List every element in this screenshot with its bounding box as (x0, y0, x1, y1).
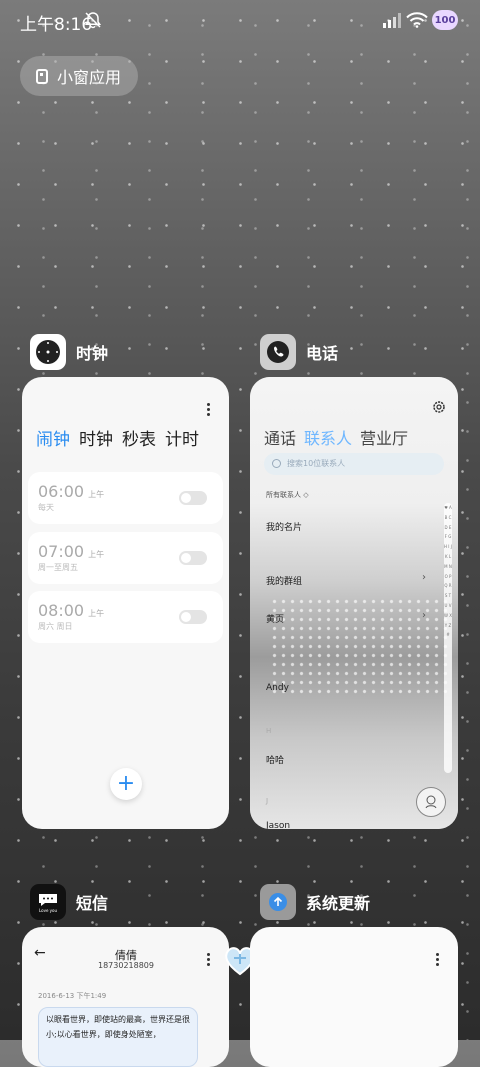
contact-row-yellow-pages[interactable]: 黄页 (266, 612, 284, 625)
alarm-item[interactable]: 08:00 上午 周六 周日 (28, 591, 223, 643)
character-icon (425, 795, 437, 809)
add-contact-button[interactable] (416, 787, 446, 817)
alarm-toggle[interactable] (179, 551, 207, 565)
love-you-text: Love you (38, 907, 58, 913)
tab-service-hall[interactable]: 营业厅 (360, 425, 408, 449)
small-window-label: 小窗应用 (57, 68, 122, 87)
alarm-item[interactable]: 07:00 上午 周一至周五 (28, 532, 223, 584)
sms-date: 2016-6-13 下午1:49 (38, 992, 107, 1000)
wifi-icon (406, 12, 428, 28)
tab-alarm[interactable]: 闹钟 (36, 425, 70, 450)
more-options-icon[interactable] (207, 953, 211, 968)
phone-tabs: 通话 联系人 营业厅 (264, 425, 416, 449)
more-options-icon[interactable] (436, 953, 440, 968)
alarm-repeat: 每天 (38, 503, 54, 512)
contacts-search-input[interactable]: 搜索10位联系人 (264, 453, 444, 475)
sms-message-bubble[interactable]: 以眼看世界，即使站的最高，世界还是很小;以心看世界，即使身处陋室， (38, 1007, 198, 1067)
contact-row[interactable]: 哈哈 (266, 753, 284, 766)
alarm-repeat: 周六 周日 (38, 622, 73, 631)
message-bubble-icon (39, 893, 57, 906)
contact-group-label: 所有联系人 (266, 491, 301, 499)
section-letter: J (266, 797, 269, 805)
search-placeholder: 搜索10位联系人 (287, 459, 346, 468)
sms-app-header[interactable]: Love you 短信 (30, 884, 108, 920)
alarm-time: 07:00 (38, 542, 85, 561)
alarm-ampm: 上午 (88, 609, 105, 618)
sms-app-icon: Love you (30, 884, 66, 920)
search-icon (272, 459, 281, 468)
clock-app-icon (30, 334, 66, 370)
contact-row[interactable]: Andy (266, 683, 289, 693)
small-window-icon (36, 68, 48, 84)
sms-app-card[interactable]: ← 倩倩 18730218809 2016-6-13 下午1:49 以眼看世界，… (22, 927, 229, 1067)
status-bar: 上午8:16 100 (0, 0, 480, 44)
alarm-item[interactable]: 06:00 上午 每天 (28, 472, 223, 524)
upload-arrow-icon (269, 893, 287, 911)
tab-clock[interactable]: 时钟 (79, 425, 113, 450)
clock-app-card[interactable]: 闹钟 时钟 秒表 计时 06:00 上午 每天 07:00 上午 周一至周五 08:… (22, 377, 229, 829)
update-app-icon (260, 884, 296, 920)
tab-calls[interactable]: 通话 (264, 425, 296, 449)
update-app-card[interactable] (250, 927, 458, 1067)
settings-gear-icon[interactable] (432, 400, 446, 414)
clock-tabs: 闹钟 时钟 秒表 计时 (36, 425, 208, 450)
clock-app-name: 时钟 (76, 344, 109, 363)
alarm-toggle[interactable] (179, 491, 207, 505)
clock-app-header[interactable]: 时钟 (30, 334, 108, 370)
phone-app-name: 电话 (306, 344, 339, 363)
update-app-name: 系统更新 (306, 894, 371, 913)
more-options-icon[interactable] (207, 403, 211, 418)
battery-icon: 100 (432, 10, 458, 30)
contact-row[interactable]: Jason (266, 821, 290, 829)
phone-app-card[interactable]: 通话 联系人 营业厅 搜索10位联系人 所有联系人 ◇ 我的名片 我的群组 › … (250, 377, 458, 829)
sms-contact-number: 18730218809 (98, 961, 154, 970)
alarm-time: 08:00 (38, 601, 85, 620)
update-app-header[interactable]: 系统更新 (260, 884, 370, 920)
phone-app-header[interactable]: 电话 (260, 334, 338, 370)
alarm-toggle[interactable] (179, 610, 207, 624)
alarm-ampm: 上午 (88, 490, 105, 499)
chevron-right-icon: › (422, 572, 426, 583)
phone-handset-icon (267, 341, 289, 363)
alphabet-index-scrollbar[interactable]: ♥ A B C D E F G H I J K L M N O P Q R S … (444, 503, 452, 773)
bell-muted-icon (84, 12, 102, 29)
add-alarm-button[interactable]: + (110, 768, 142, 800)
battery-level: 100 (434, 14, 456, 26)
alarm-time: 06:00 (38, 482, 85, 501)
phone-app-icon (260, 334, 296, 370)
small-window-apps-button[interactable]: 小窗应用 (20, 56, 138, 96)
alarm-ampm: 上午 (88, 550, 105, 559)
status-time: 上午8:16 (20, 15, 93, 35)
sms-app-name: 短信 (76, 894, 109, 913)
tab-contacts[interactable]: 联系人 (304, 425, 352, 449)
contact-group-selector[interactable]: 所有联系人 ◇ (266, 490, 309, 500)
section-letter: H (266, 727, 272, 735)
contact-row-my-card[interactable]: 我的名片 (266, 520, 302, 533)
contact-row-my-groups[interactable]: 我的群组 (266, 574, 302, 587)
alarm-repeat: 周一至周五 (38, 563, 78, 572)
clock-face-icon (36, 340, 60, 364)
signal-icon (383, 13, 401, 28)
tab-stopwatch[interactable]: 秒表 (122, 425, 156, 450)
tab-timer[interactable]: 计时 (165, 425, 199, 450)
chevron-right-icon: › (422, 610, 426, 621)
